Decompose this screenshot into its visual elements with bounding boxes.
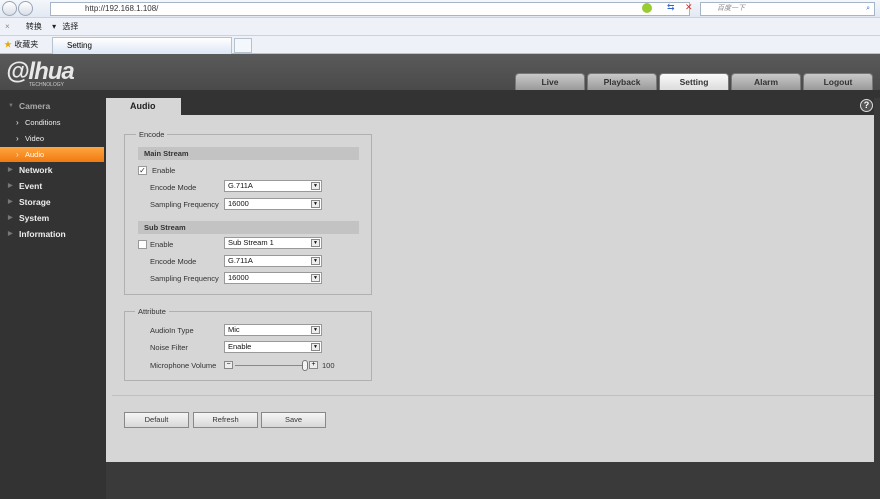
tab-audio[interactable]: Audio	[106, 98, 181, 115]
chevron-down-icon: ▼	[311, 257, 320, 265]
attribute-legend: Attribute	[135, 307, 169, 316]
help-icon[interactable]: ?	[860, 99, 873, 112]
header-divider	[0, 90, 880, 98]
sidebar-item-conditions[interactable]: › Conditions	[0, 115, 104, 130]
chevron-down-icon: ▼	[311, 200, 320, 208]
chevron-right-icon: ›	[16, 150, 19, 159]
sidebar-item-storage[interactable]: ▶ Storage	[0, 195, 104, 210]
favorites-button[interactable]: 收藏夹	[14, 40, 38, 49]
sub-stream-select[interactable]: Sub Stream 1 ▼	[224, 237, 322, 249]
sidebar-item-information[interactable]: ▶ Information	[0, 227, 104, 242]
audioin-select[interactable]: Mic ▼	[224, 324, 322, 336]
encode-legend: Encode	[136, 130, 168, 139]
chevron-down-icon: ▼	[311, 182, 320, 190]
sub-sampling-label: Sampling Frequency	[150, 274, 219, 283]
sidebar-item-camera[interactable]: ▼ Camera	[0, 99, 104, 114]
browser-tab[interactable]: Setting	[52, 37, 232, 54]
sub-enable-checkbox[interactable]	[138, 240, 147, 249]
sub-stream-header: Sub Stream	[138, 221, 359, 234]
main-sampling-select[interactable]: 16000 ▼	[224, 198, 322, 210]
main-encode-mode-select[interactable]: G.711A ▼	[224, 180, 322, 192]
sub-encode-mode-select[interactable]: G.711A ▼	[224, 255, 322, 267]
volume-label: Microphone Volume	[150, 361, 217, 370]
tab-title: Setting	[67, 41, 92, 50]
search-icon[interactable]: ⌕	[866, 3, 870, 15]
volume-slider-track[interactable]	[235, 365, 303, 366]
sidebar-item-network[interactable]: ▶ Network	[0, 163, 104, 178]
volume-increase-button[interactable]: +	[309, 361, 318, 369]
chevron-down-icon: ▼	[311, 274, 320, 282]
sidebar-item-event[interactable]: ▶ Event	[0, 179, 104, 194]
sub-sampling-select[interactable]: 16000 ▼	[224, 272, 322, 284]
main-enable-checkbox[interactable]: ✓	[138, 166, 147, 175]
stop-icon[interactable]: ✕	[685, 2, 693, 13]
forward-button[interactable]	[18, 1, 33, 16]
triangle-right-icon: ▶	[8, 183, 13, 189]
sidebar-item-audio[interactable]: › Audio	[0, 147, 104, 162]
sidebar-item-system[interactable]: ▶ System	[0, 211, 104, 226]
chevron-down-icon: ▼	[311, 343, 320, 351]
refresh-icon[interactable]: ⇆	[667, 2, 675, 13]
star-icon: ★	[4, 40, 12, 49]
triangle-right-icon: ▶	[8, 215, 13, 221]
tab-strip	[181, 98, 874, 115]
sidebar-item-video[interactable]: › Video	[0, 131, 104, 146]
triangle-right-icon: ▶	[8, 231, 13, 237]
command-bar: × 转换 ▾ 选择	[0, 18, 880, 36]
tab-playback[interactable]: Playback	[587, 73, 657, 90]
sub-enable-label: Enable	[150, 240, 174, 249]
triangle-right-icon: ▶	[8, 199, 13, 205]
volume-value: 100	[322, 361, 335, 370]
chevron-right-icon: ›	[16, 134, 19, 143]
select-button[interactable]: 选择	[62, 22, 78, 31]
close-icon[interactable]: ×	[5, 22, 10, 31]
dahua-logo: @lhua TECHNOLOGY	[6, 58, 75, 88]
main-sampling-label: Sampling Frequency	[150, 200, 219, 209]
save-button[interactable]: Save	[261, 412, 326, 428]
volume-slider-handle[interactable]	[302, 360, 308, 371]
address-bar-row: http://192.168.1.108/ ⇆ ✕ 百度一下 ⌕	[0, 0, 880, 18]
url-input[interactable]: http://192.168.1.108/	[50, 2, 690, 16]
new-tab-button[interactable]	[234, 38, 252, 53]
search-placeholder: 百度一下	[717, 5, 745, 12]
triangle-right-icon: ▶	[8, 167, 13, 173]
tab-live[interactable]: Live	[515, 73, 585, 90]
triangle-down-icon: ▼	[8, 103, 14, 109]
search-input[interactable]: 百度一下 ⌕	[700, 2, 875, 16]
back-button[interactable]	[2, 1, 17, 16]
tab-logout[interactable]: Logout	[803, 73, 873, 90]
main-stream-header: Main Stream	[138, 147, 359, 160]
chevron-down-icon: ▼	[311, 326, 320, 334]
url-text: http://192.168.1.108/	[85, 4, 159, 13]
volume-decrease-button[interactable]: −	[224, 361, 233, 369]
chevron-right-icon: ›	[16, 118, 19, 127]
main-enable-label: Enable	[152, 166, 176, 175]
tab-setting[interactable]: Setting	[659, 73, 729, 90]
dropdown-icon[interactable]: ▾	[52, 22, 56, 31]
convert-button[interactable]: 转换	[26, 22, 42, 31]
main-encode-mode-label: Encode Mode	[150, 183, 197, 192]
chevron-down-icon: ▼	[311, 239, 320, 247]
audioin-label: AudioIn Type	[150, 326, 194, 335]
refresh-button[interactable]: Refresh	[193, 412, 258, 428]
sub-encode-mode-label: Encode Mode	[150, 257, 197, 266]
noise-filter-label: Noise Filter	[150, 343, 188, 352]
compat-icon[interactable]	[642, 3, 652, 13]
divider	[112, 395, 874, 396]
noise-filter-select[interactable]: Enable ▼	[224, 341, 322, 353]
default-button[interactable]: Default	[124, 412, 189, 428]
tab-alarm[interactable]: Alarm	[731, 73, 801, 90]
